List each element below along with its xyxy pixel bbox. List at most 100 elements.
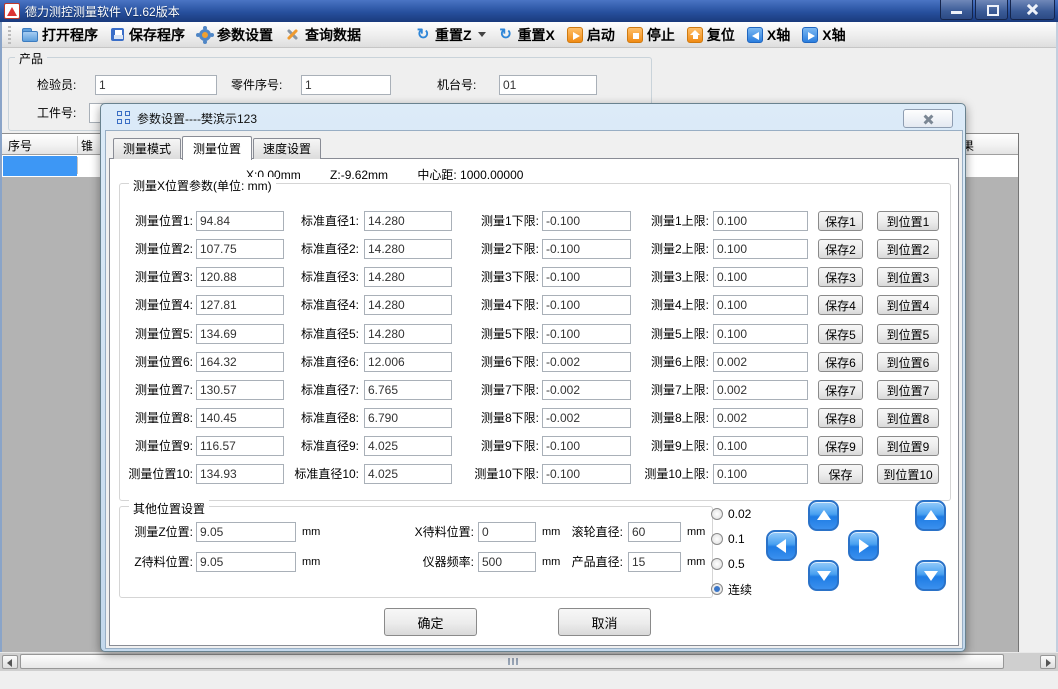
pos-input[interactable]: [196, 464, 284, 484]
goto-position-button[interactable]: 到位置2: [877, 239, 939, 259]
goto-position-button[interactable]: 到位置4: [877, 295, 939, 315]
pos-input[interactable]: [196, 324, 284, 344]
save-button[interactable]: 保存: [818, 464, 863, 484]
goto-position-button[interactable]: 到位置5: [877, 324, 939, 344]
goto-position-button[interactable]: 到位置3: [877, 267, 939, 287]
tab-speed-settings[interactable]: 速度设置: [253, 138, 321, 159]
save-program-button[interactable]: 保存程序: [104, 24, 191, 46]
tab-measure-position[interactable]: 测量位置: [182, 136, 252, 160]
up-limit-input[interactable]: [713, 436, 808, 456]
low-limit-input[interactable]: [542, 436, 631, 456]
low-limit-input[interactable]: [542, 352, 631, 372]
parameter-settings-button[interactable]: 参数设置: [191, 24, 279, 46]
measure-z-input[interactable]: [196, 522, 296, 542]
ok-button[interactable]: 确定: [384, 608, 477, 636]
stop-button[interactable]: 停止: [621, 24, 681, 46]
scroll-right-icon[interactable]: [1040, 655, 1056, 669]
step-option-002[interactable]: 0.02: [711, 507, 751, 521]
z-wait-input[interactable]: [196, 552, 296, 572]
selected-cell[interactable]: [3, 156, 77, 176]
step-option-05[interactable]: 0.5: [711, 557, 745, 571]
pos-input[interactable]: [196, 352, 284, 372]
save-button[interactable]: 保存1: [818, 211, 863, 231]
radio-icon[interactable]: [711, 558, 723, 570]
low-limit-input[interactable]: [542, 324, 631, 344]
radio-selected-icon[interactable]: [711, 583, 723, 595]
z-down-button[interactable]: [915, 560, 946, 591]
dia-input[interactable]: [364, 211, 452, 231]
goto-position-button[interactable]: 到位置10: [877, 464, 939, 484]
query-data-button[interactable]: 查询数据: [279, 24, 367, 46]
radio-icon[interactable]: [711, 533, 723, 545]
column-header-taper[interactable]: 锥: [81, 137, 93, 154]
save-button[interactable]: 保存8: [818, 408, 863, 428]
pos-input[interactable]: [196, 408, 284, 428]
dialog-close-icon[interactable]: [903, 109, 953, 128]
up-limit-input[interactable]: [713, 408, 808, 428]
goto-position-button[interactable]: 到位置7: [877, 380, 939, 400]
inspector-input[interactable]: [95, 75, 217, 95]
maximize-button[interactable]: [975, 0, 1008, 20]
step-option-01[interactable]: 0.1: [711, 532, 745, 546]
open-program-button[interactable]: 打开程序: [16, 24, 104, 46]
column-header-seq[interactable]: 序号: [8, 137, 32, 154]
instrument-freq-input[interactable]: [478, 552, 536, 572]
pos-input[interactable]: [196, 436, 284, 456]
close-button[interactable]: [1010, 0, 1055, 20]
dia-input[interactable]: [364, 324, 452, 344]
save-button[interactable]: 保存2: [818, 239, 863, 259]
save-button[interactable]: 保存4: [818, 295, 863, 315]
goto-position-button[interactable]: 到位置6: [877, 352, 939, 372]
jog-down-button[interactable]: [808, 560, 839, 591]
radio-icon[interactable]: [711, 508, 723, 520]
low-limit-input[interactable]: [542, 267, 631, 287]
low-limit-input[interactable]: [542, 211, 631, 231]
up-limit-input[interactable]: [713, 464, 808, 484]
dia-input[interactable]: [364, 408, 452, 428]
dia-input[interactable]: [364, 464, 452, 484]
scroll-left-icon[interactable]: [2, 655, 18, 669]
low-limit-input[interactable]: [542, 464, 631, 484]
save-button[interactable]: 保存9: [818, 436, 863, 456]
up-limit-input[interactable]: [713, 295, 808, 315]
up-limit-input[interactable]: [713, 352, 808, 372]
dia-input[interactable]: [364, 380, 452, 400]
start-button[interactable]: 启动: [561, 24, 621, 46]
roller-dia-input[interactable]: [628, 522, 681, 542]
minimize-button[interactable]: [940, 0, 973, 20]
goto-position-button[interactable]: 到位置9: [877, 436, 939, 456]
save-button[interactable]: 保存6: [818, 352, 863, 372]
low-limit-input[interactable]: [542, 239, 631, 259]
pos-input[interactable]: [196, 239, 284, 259]
jog-right-button[interactable]: [848, 530, 879, 561]
jog-left-button[interactable]: [766, 530, 797, 561]
dia-input[interactable]: [364, 436, 452, 456]
dia-input[interactable]: [364, 295, 452, 315]
low-limit-input[interactable]: [542, 408, 631, 428]
z-up-button[interactable]: [915, 500, 946, 531]
reset-z-button[interactable]: 重置Z: [409, 24, 492, 46]
x-axis-right-button[interactable]: X轴: [796, 24, 851, 46]
pos-input[interactable]: [196, 211, 284, 231]
chevron-down-icon[interactable]: [478, 32, 486, 37]
low-limit-input[interactable]: [542, 295, 631, 315]
goto-position-button[interactable]: 到位置8: [877, 408, 939, 428]
x-wait-input[interactable]: [478, 522, 536, 542]
jog-up-button[interactable]: [808, 500, 839, 531]
save-button[interactable]: 保存7: [818, 380, 863, 400]
dia-input[interactable]: [364, 267, 452, 287]
machine-no-input[interactable]: [499, 75, 597, 95]
step-option-continuous[interactable]: 连续: [711, 582, 752, 596]
goto-position-button[interactable]: 到位置1: [877, 211, 939, 231]
cancel-button[interactable]: 取消: [558, 608, 651, 636]
part-no-input[interactable]: [301, 75, 391, 95]
x-axis-left-button[interactable]: X轴: [741, 24, 796, 46]
dia-input[interactable]: [364, 239, 452, 259]
up-limit-input[interactable]: [713, 324, 808, 344]
pos-input[interactable]: [196, 380, 284, 400]
reset-x-button[interactable]: 重置X: [492, 24, 561, 46]
dia-input[interactable]: [364, 352, 452, 372]
save-button[interactable]: 保存3: [818, 267, 863, 287]
pos-input[interactable]: [196, 295, 284, 315]
low-limit-input[interactable]: [542, 380, 631, 400]
